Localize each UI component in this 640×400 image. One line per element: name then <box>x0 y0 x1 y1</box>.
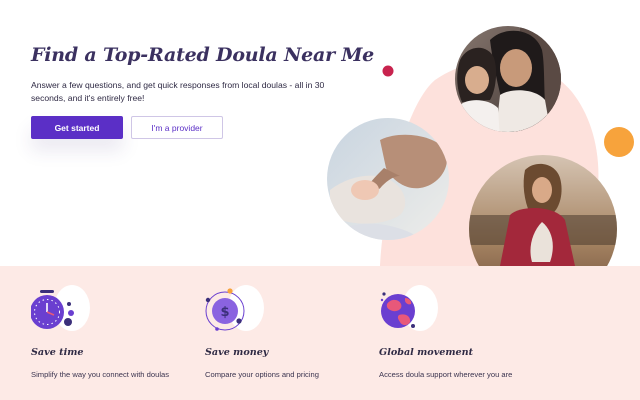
orange-accent-dot <box>604 127 634 157</box>
globe-icon <box>379 282 441 336</box>
feature-save-money: $ Save money Compare your options and pr… <box>205 266 375 400</box>
red-accent-dot <box>382 65 394 77</box>
feature-description: Access doula support wherever you are <box>379 370 513 379</box>
get-started-button[interactable]: Get started <box>31 116 123 139</box>
feature-global-movement: Global movement Access doula support whe… <box>379 266 549 400</box>
hero-section: Find a Top-Rated Doula Near Me Answer a … <box>0 0 640 266</box>
hero-subtitle: Answer a few questions, and get quick re… <box>31 80 325 103</box>
feature-description: Simplify the way you connect with doulas <box>31 370 170 379</box>
stopwatch-icon <box>31 282 93 336</box>
features-section: Save time Simplify the way you connect w… <box>0 266 640 400</box>
feature-description: Compare your options and pricing <box>205 370 319 379</box>
provider-button[interactable]: I'm a provider <box>131 116 223 139</box>
feature-title: Save time <box>31 347 84 358</box>
feature-title: Save money <box>205 347 269 358</box>
feature-title: Global movement <box>379 347 474 358</box>
hero-illustration <box>327 26 634 266</box>
svg-text:$: $ <box>220 305 229 320</box>
feature-save-time: Save time Simplify the way you connect w… <box>31 266 201 400</box>
dollar-coin-icon: $ <box>205 282 267 336</box>
